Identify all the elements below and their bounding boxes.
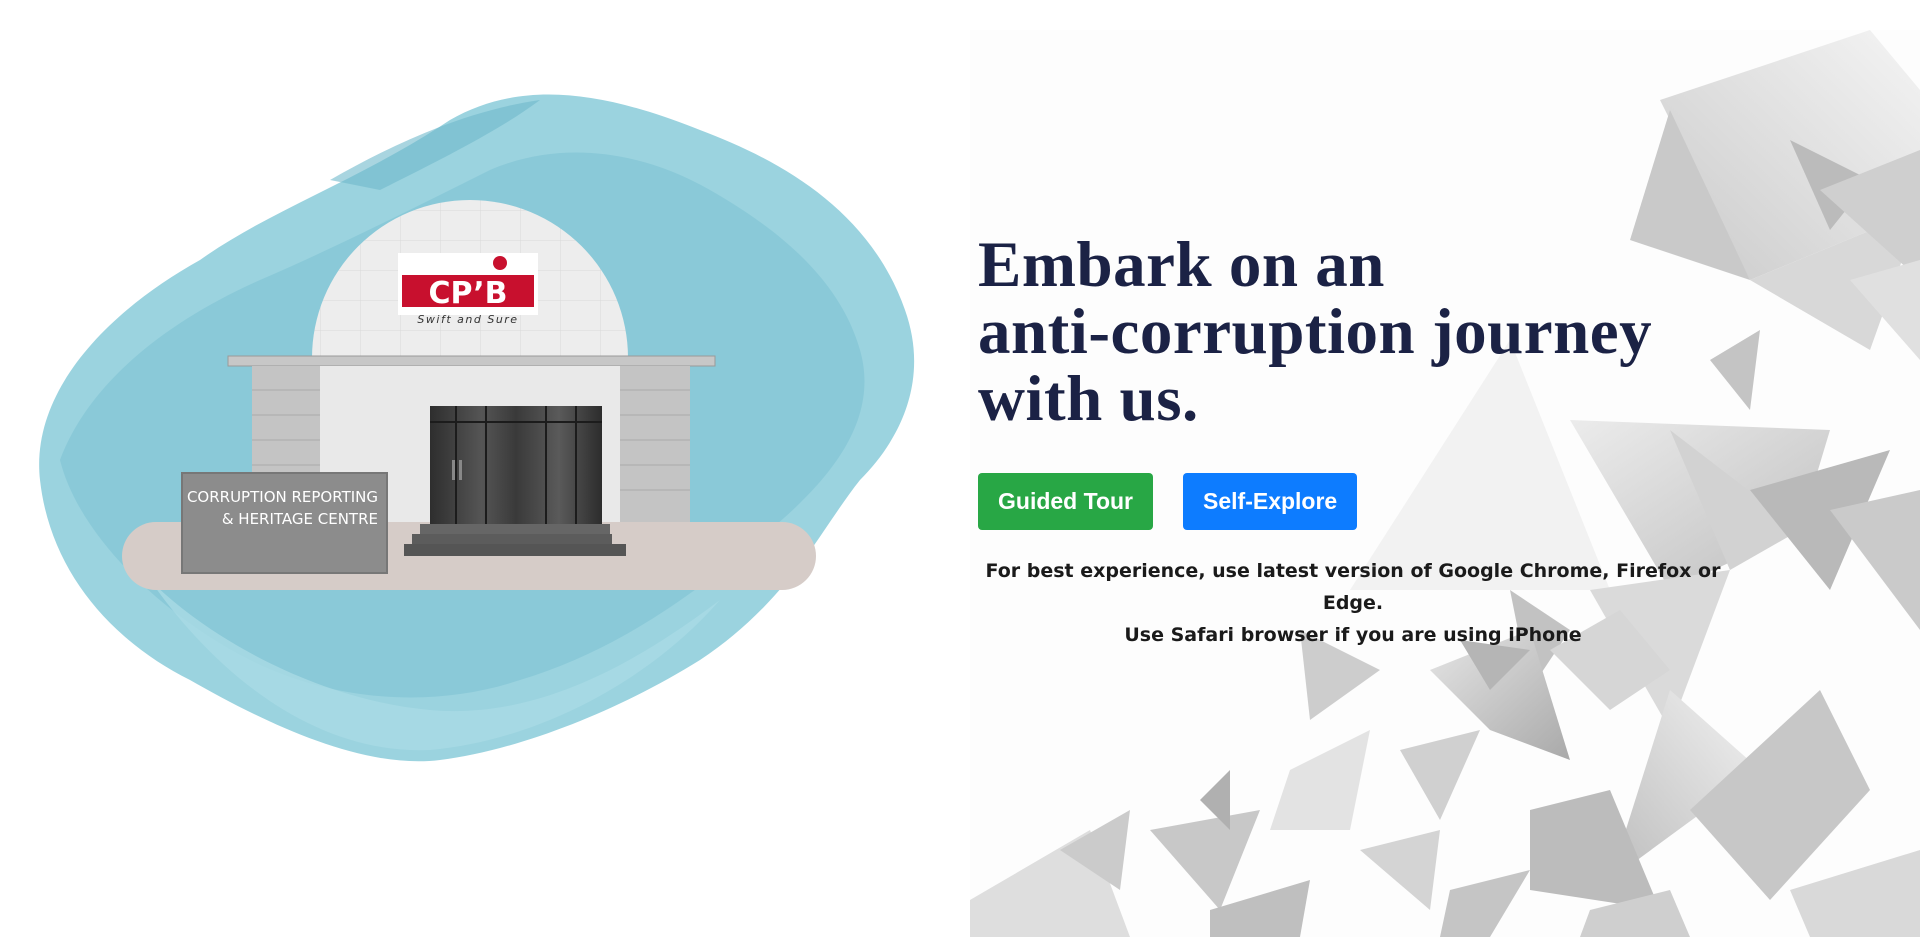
hero-section: CP’B Swift and Sure CORRUPTION REPORTING… <box>0 0 1920 937</box>
cpib-logo: CP’B Swift and Sure <box>398 253 538 326</box>
headline-line-2: anti-corruption journey <box>978 296 1653 368</box>
browser-note-line-1: For best experience, use latest version … <box>985 560 1721 614</box>
guided-tour-button[interactable]: Guided Tour <box>978 473 1154 530</box>
self-explore-button[interactable]: Self-Explore <box>1183 473 1358 530</box>
svg-text:CP’B: CP’B <box>428 276 507 311</box>
hero-content: Embark on an anti-corruption journey wit… <box>978 232 1758 670</box>
svg-text:Swift and Sure: Swift and Sure <box>417 313 518 326</box>
headline-line-1: Embark on an <box>978 229 1385 301</box>
svg-text:CORRUPTION REPORTING: CORRUPTION REPORTING <box>187 488 378 506</box>
headline: Embark on an anti-corruption journey wit… <box>978 232 1758 433</box>
tour-button-row: Guided Tour Self-Explore <box>978 473 1758 530</box>
heritage-centre-sign: CORRUPTION REPORTING & HERITAGE CENTRE <box>181 472 388 574</box>
browser-note-line-2: Use Safari browser if you are using iPho… <box>1124 624 1582 646</box>
headline-line-3: with us. <box>978 363 1199 435</box>
svg-text:& HERITAGE CENTRE: & HERITAGE CENTRE <box>222 510 378 528</box>
browser-recommendation-note: For best experience, use latest version … <box>978 555 1728 651</box>
heritage-centre-illustration: CP’B Swift and Sure CORRUPTION REPORTING… <box>0 60 940 800</box>
